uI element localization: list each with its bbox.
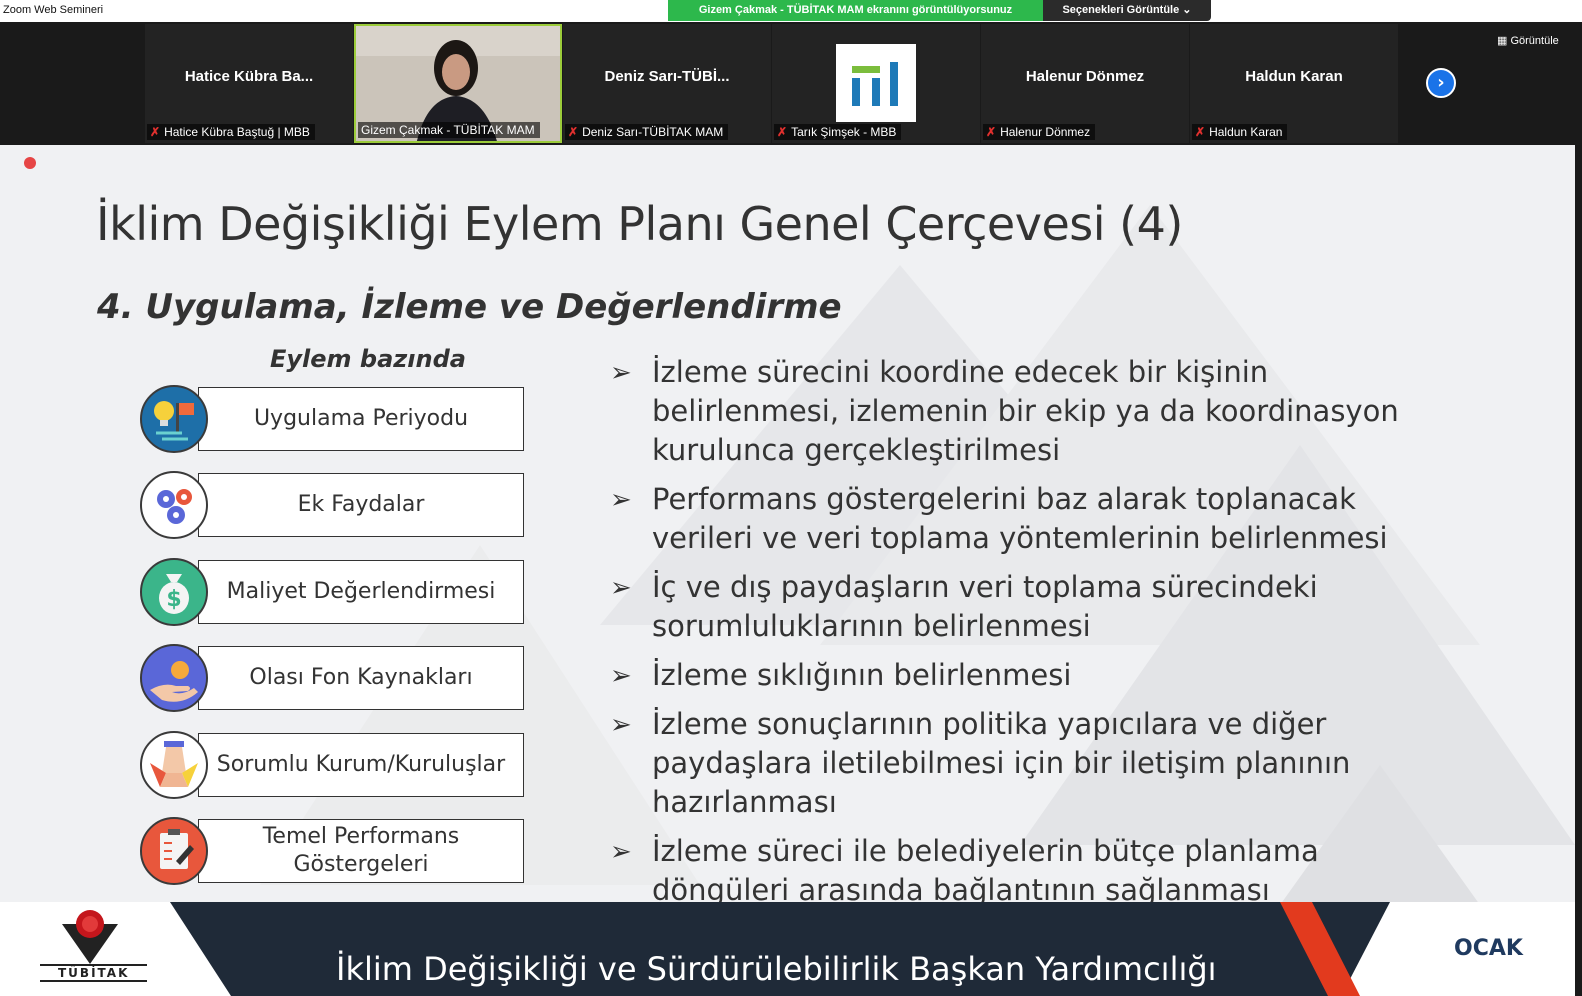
participant-name: Deniz Sarı-TÜBİ...: [604, 68, 730, 85]
screen-share-banner: Gizem Çakmak - TÜBİTAK MAM ekranını görü…: [668, 0, 1043, 21]
hand-coin-icon: [140, 644, 208, 712]
footer-text: İklim Değişikliği ve Sürdürülebilirlik B…: [336, 950, 1217, 988]
bullet-item: ➢ İzleme sonuçlarının politika yapıcılara…: [610, 707, 1351, 819]
shared-slide: İklim Değişikliği Eylem Planı Genel Çerç…: [0, 145, 1575, 996]
mic-muted-icon: ✗: [568, 125, 579, 139]
participant-tile[interactable]: Halenur Dönmez ✗ Halenur Dönmez: [981, 24, 1189, 143]
action-item: Temel Performans Göstergeleri: [140, 817, 526, 885]
participant-label: ✗ Deniz Sarı-TÜBİTAK MAM: [565, 124, 729, 140]
bullet-item: ➢ İzleme sürecini koordine edecek bir kiş…: [610, 355, 1399, 467]
action-label: Temel Performans Göstergeleri: [198, 819, 524, 883]
bullet-list: ➢ İzleme sürecini koordine edecek bir kiş…: [610, 353, 1450, 920]
participant-tile[interactable]: ✗ Tarık Şimşek - MBB: [772, 24, 980, 143]
app-title: Zoom Web Semineri: [3, 4, 104, 16]
participant-tile[interactable]: Haldun Karan ✗ Haldun Karan: [1190, 24, 1398, 143]
view-options-button[interactable]: Seçenekleri Görüntüle ⌄: [1043, 0, 1211, 21]
action-item: Maliyet Değerlendirmesi $: [140, 558, 526, 626]
grid-icon: ▦: [1497, 35, 1511, 47]
recording-indicator-icon: [24, 157, 36, 169]
handshake-icon: [140, 731, 208, 799]
bullet-item: ➢ Performans göstergelerini baz alarak to…: [610, 482, 1388, 555]
action-label: Maliyet Değerlendirmesi: [198, 560, 524, 624]
participant-name: Hatice Kübra Ba...: [184, 68, 314, 85]
mic-muted-icon: ✗: [1195, 125, 1206, 139]
arrow-bullet-icon: ➢: [610, 837, 632, 867]
clipboard-icon: [140, 817, 208, 885]
mic-muted-icon: ✗: [777, 125, 788, 139]
arrow-bullet-icon: ➢: [610, 358, 632, 388]
view-button[interactable]: ▦ Görüntüle: [1497, 34, 1559, 47]
participant-video-tile[interactable]: Gizem Çakmak - TÜBİTAK MAM: [354, 24, 562, 143]
arrow-bullet-icon: ➢: [610, 573, 632, 603]
footer-ocak-label: OCAK: [1454, 936, 1523, 961]
bullet-item: ➢ İzleme sıklığının belirlenmesi: [610, 656, 1450, 695]
participant-label: Gizem Çakmak - TÜBİTAK MAM: [358, 122, 540, 138]
participant-label: ✗ Hatice Kübra Baştuğ | MBB: [147, 124, 315, 140]
action-heading: Eylem bazında: [270, 345, 466, 373]
action-item: Ek Faydalar: [140, 471, 526, 539]
bullet-item: ➢ İç ve dış paydaşların veri toplama süre…: [610, 570, 1318, 643]
participant-label: ✗ Halenur Dönmez: [983, 124, 1096, 140]
action-label: Olası Fon Kaynakları: [198, 646, 524, 710]
tubitak-logo-text: TÜBİTAK: [40, 964, 148, 982]
participant-tile[interactable]: Hatice Kübra Ba... ✗ Hatice Kübra Baştuğ …: [145, 24, 353, 143]
mic-muted-icon: ✗: [986, 125, 997, 139]
participant-tile[interactable]: Deniz Sarı-TÜBİ... ✗ Deniz Sarı-TÜBİTAK M…: [563, 24, 771, 143]
participant-label: ✗ Tarık Şimşek - MBB: [774, 124, 902, 140]
action-item: Sorumlu Kurum/Kuruluşlar: [140, 731, 526, 799]
arrow-bullet-icon: ➢: [610, 710, 632, 740]
arrow-bullet-icon: ➢: [610, 661, 632, 691]
participant-logo-icon: [836, 44, 916, 122]
participant-name: Haldun Karan: [1245, 68, 1343, 85]
chevron-right-icon: ›: [1437, 72, 1445, 93]
bullet-item: ➢ İzleme süreci ile belediyelerin bütçe p…: [610, 834, 1319, 907]
gears-icon: [140, 471, 208, 539]
action-label: Sorumlu Kurum/Kuruluşlar: [198, 733, 524, 797]
participant-name: Halenur Dönmez: [1025, 68, 1145, 85]
participant-label: ✗ Haldun Karan: [1192, 124, 1288, 140]
money-bag-icon: $: [140, 558, 208, 626]
action-label: Uygulama Periyodu: [198, 387, 524, 451]
action-item: Olası Fon Kaynakları: [140, 644, 526, 712]
arrow-bullet-icon: ➢: [610, 485, 632, 515]
slide-footer: İklim Değişikliği ve Sürdürülebilirlik B…: [0, 902, 1575, 996]
slide-title: İklim Değişikliği Eylem Planı Genel Çerç…: [96, 197, 1183, 251]
mic-muted-icon: ✗: [150, 125, 161, 139]
next-participants-button[interactable]: ›: [1426, 68, 1456, 98]
svg-text:$: $: [166, 587, 181, 612]
lightbulb-flag-icon: [140, 385, 208, 453]
slide-subtitle: 4. Uygulama, İzleme ve Değerlendirme: [97, 287, 842, 327]
action-label: Ek Faydalar: [198, 473, 524, 537]
action-item: Uygulama Periyodu: [140, 385, 526, 453]
